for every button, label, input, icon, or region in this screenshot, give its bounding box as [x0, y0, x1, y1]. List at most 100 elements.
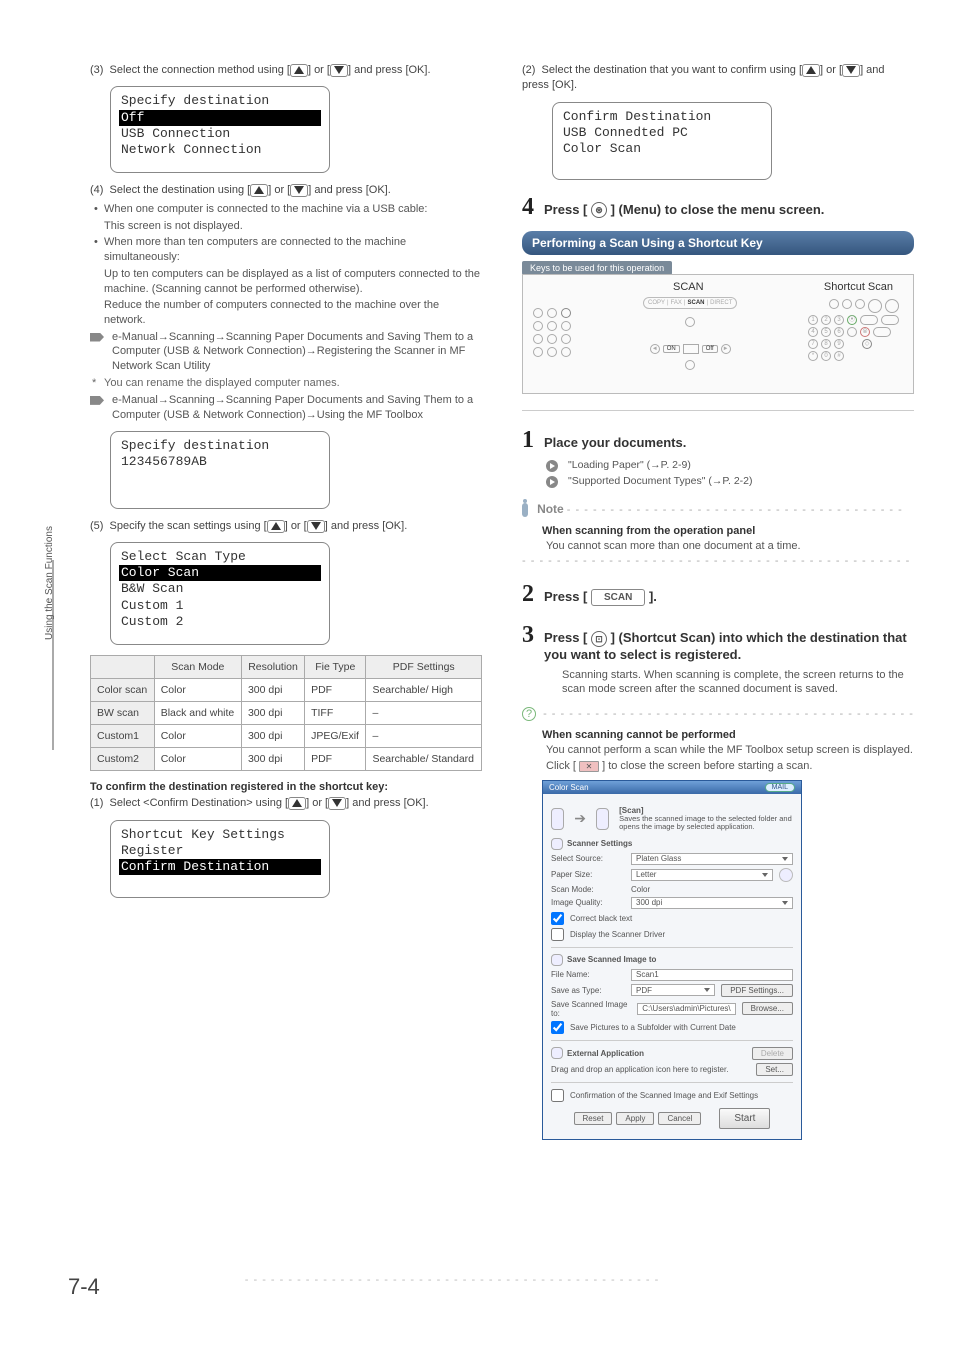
paper-size-dropdown[interactable]: Letter	[631, 869, 773, 881]
file-name-input[interactable]: Scan1	[631, 969, 793, 981]
menu-icon: ⊛	[591, 202, 607, 218]
save-type-dropdown[interactable]: PDF	[631, 984, 715, 996]
step-big-3: 3 Press [ ⊡ ] (Shortcut Scan) into which…	[522, 622, 914, 662]
apply-button[interactable]: Apply	[616, 1112, 654, 1125]
reference-link: "Loading Paper" (→P. 2-9)	[546, 458, 914, 472]
confirmation-checkbox[interactable]	[551, 1089, 564, 1102]
table-row: Custom2 Color 300 dpi PDF Searchable/ St…	[91, 748, 482, 771]
td: Searchable/ Standard	[366, 748, 482, 771]
bullet: When one computer is connected to the ma…	[90, 202, 482, 217]
confirm-heading: To confirm the destination registered in…	[90, 781, 482, 793]
select-source-dropdown[interactable]: Platen Glass	[631, 853, 793, 865]
mail-button[interactable]: MAIL	[765, 783, 795, 792]
td: PDF	[305, 679, 366, 702]
diagram-label-scan: SCAN	[673, 281, 704, 293]
step-big-1: 1 Place your documents.	[522, 427, 914, 454]
scan-settings-table: Scan Mode Resolution Fie Type PDF Settin…	[90, 655, 482, 771]
td: 300 dpi	[241, 748, 304, 771]
lcd-title: Specify destination	[121, 93, 319, 109]
note-icon	[522, 503, 528, 517]
th	[91, 656, 155, 679]
step-text: Press [ ⊡ ] (Shortcut Scan) into which t…	[544, 630, 914, 662]
step-3: (3) Select the connection method using […	[90, 63, 482, 78]
section-label: Save Scanned Image to	[567, 955, 656, 964]
note-heading: When scanning from the operation panel	[542, 525, 914, 537]
th: Fie Type	[305, 656, 366, 679]
lcd-line: USB Connedted PC	[563, 125, 761, 141]
pointer-ref: e-Manual→Scanning→Scanning Paper Documen…	[90, 393, 482, 423]
device-diagram: SCAN Shortcut Scan COPY|FAX|SCAN|DIRECT …	[522, 274, 914, 394]
section-label: External Application	[567, 1049, 644, 1058]
lcd-title: Shortcut Key Settings	[121, 827, 319, 843]
reset-button[interactable]: Reset	[574, 1112, 613, 1125]
td: BW scan	[91, 702, 155, 725]
table-row: Custom1 Color 300 dpi JPEG/Exif –	[91, 725, 482, 748]
image-quality-dropdown[interactable]: 300 dpi	[631, 897, 793, 909]
text: Press [	[544, 589, 587, 604]
dialog-title-text: Color Scan	[549, 783, 589, 792]
th: Resolution	[241, 656, 304, 679]
field-label: File Name:	[551, 970, 625, 979]
display-driver-checkbox[interactable]	[551, 928, 564, 941]
q-body: Click [ ✕ ] to close the screen before s…	[532, 759, 914, 774]
td: TIFF	[305, 702, 366, 725]
td: 300 dpi	[241, 679, 304, 702]
step-text: Press [ SCAN ].	[544, 589, 657, 606]
section-icon	[551, 954, 563, 966]
checkbox-label: Save Pictures to a Subfolder with Curren…	[570, 1023, 736, 1032]
diagram-label-shortcut: Shortcut Scan	[824, 281, 893, 293]
checkbox-label: Correct black text	[570, 914, 632, 923]
dash-line: - - - - - - - - - - - - - - - - - - - - …	[567, 504, 903, 516]
dash-line: - - - - - - - - - - - - - - - - - - - - …	[543, 708, 914, 720]
step-big-2: 2 Press [ SCAN ].	[522, 581, 914, 608]
note-body: You cannot scan more than one document a…	[532, 539, 914, 554]
td: Color	[154, 725, 241, 748]
dialog-header-icons: ➔ [Scan] Saves the scanned image to the …	[551, 806, 793, 832]
dialog-titlebar: Color Scan MAIL	[543, 781, 801, 794]
td: JPEG/Exif	[305, 725, 366, 748]
folder-icon	[596, 808, 609, 830]
table-row: BW scan Black and white 300 dpi TIFF –	[91, 702, 482, 725]
browse-button[interactable]: Browse...	[742, 1002, 793, 1015]
section-icon	[551, 838, 563, 850]
lcd-line: Custom 2	[121, 614, 319, 630]
lcd-line: USB Connection	[121, 126, 319, 142]
bullet: When more than ten computers are connect…	[90, 235, 482, 265]
dash-line: - - - - - - - - - - - - - - - - - - - - …	[522, 555, 914, 567]
step-text: Place your documents.	[544, 435, 686, 450]
field-label: Save Scanned Image to:	[551, 1000, 631, 1018]
step-5: (5) Specify the scan settings using [] o…	[90, 519, 482, 534]
field-label: Image Quality:	[551, 898, 625, 907]
section-label: Scanner Settings	[567, 839, 632, 848]
q-body: You cannot perform a scan while the MF T…	[532, 743, 914, 758]
text: Click [	[546, 760, 576, 772]
lcd-line: Color Scan	[563, 141, 761, 157]
td: Custom1	[91, 725, 155, 748]
td: Color scan	[91, 679, 155, 702]
subtext: Up to ten computers can be displayed as …	[90, 267, 482, 297]
lcd-line: Network Connection	[121, 142, 319, 158]
section-heading: Performing a Scan Using a Shortcut Key	[522, 231, 914, 255]
th: Scan Mode	[154, 656, 241, 679]
sidetab-label: Using the Scan Functions	[44, 526, 55, 640]
delete-button[interactable]: Delete	[752, 1047, 793, 1060]
correct-black-text-checkbox[interactable]	[551, 912, 564, 925]
step3-sub: Scanning starts. When scanning is comple…	[548, 668, 914, 698]
set-button[interactable]: Set...	[756, 1063, 793, 1076]
pointer-ref: e-Manual→Scanning→Scanning Paper Documen…	[90, 330, 482, 375]
lcd-specify-destination-1: Specify destination Off USB Connection N…	[110, 86, 330, 173]
pdf-settings-button[interactable]: PDF Settings...	[721, 984, 793, 997]
subfolder-checkbox[interactable]	[551, 1021, 564, 1034]
orientation-icon[interactable]	[779, 868, 793, 882]
cancel-button[interactable]: Cancel	[658, 1112, 701, 1125]
table-row: Color scan Color 300 dpi PDF Searchable/…	[91, 679, 482, 702]
lcd-shortcut-key-settings: Shortcut Key Settings Register Confirm D…	[110, 820, 330, 898]
save-location-input[interactable]: C:\Users\admin\Pictures\	[637, 1003, 735, 1015]
q-heading: When scanning cannot be performed	[542, 729, 914, 741]
lcd-selected: Off	[119, 110, 321, 126]
td: PDF	[305, 748, 366, 771]
start-button[interactable]: Start	[719, 1108, 770, 1129]
td: 300 dpi	[241, 725, 304, 748]
keys-label: Keys to be used for this operation	[522, 261, 672, 275]
checkbox-label: Confirmation of the Scanned Image and Ex…	[570, 1091, 758, 1100]
